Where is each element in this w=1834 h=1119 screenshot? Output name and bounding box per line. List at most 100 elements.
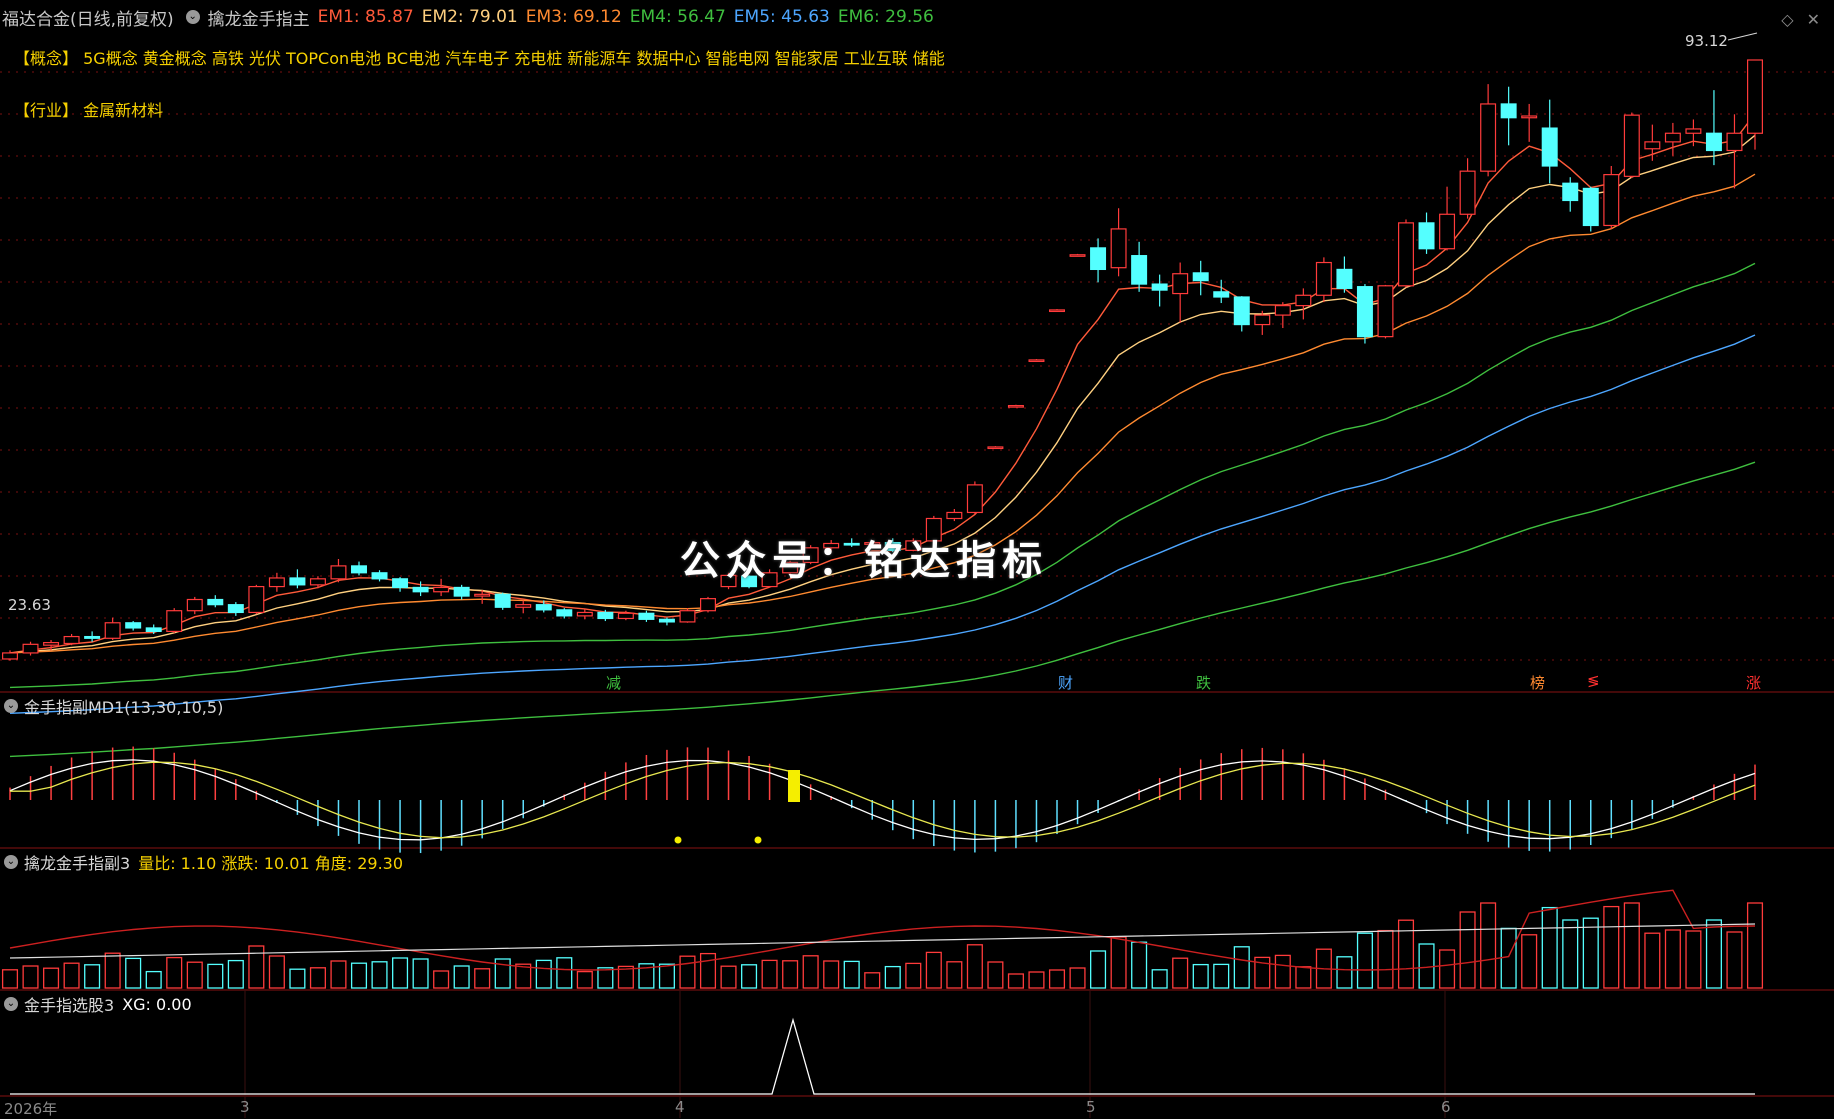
volume-bar [658,963,675,989]
candle-body [638,612,655,620]
candle-body [1480,103,1497,172]
volume-bar [782,960,799,989]
stock-title[interactable]: 福达合金(日线,前复权) [2,5,174,30]
panel-toggle-icon[interactable]: ⌄ [4,855,18,869]
volume-bar [186,961,203,989]
candle-body [1603,174,1620,227]
volume-bar [1151,969,1168,989]
candle-body [1439,213,1456,250]
md1-signal-dot [754,836,762,844]
candle-body [1336,268,1353,289]
volume-bar [597,967,614,989]
sub3-values: 量比: 1.10 涨跌: 10.01 角度: 29.30 [138,854,404,873]
sub3-panel-label: ⌄ 擒龙金手指副3 量比: 1.10 涨跌: 10.01 角度: 29.30 [0,850,403,874]
candle-body [474,593,491,597]
candle-body [1295,294,1312,307]
sub3-label[interactable]: 擒龙金手指副3 [24,850,130,874]
candle-body [1315,261,1332,296]
volume-bar [125,957,142,989]
close-icon[interactable]: ✕ [1807,10,1820,29]
candle-body [966,484,983,514]
volume-bar [248,945,265,989]
volume-bar [63,962,80,989]
candle-body [145,627,162,632]
candle-body [1131,255,1148,285]
volume-bar [84,964,101,989]
volume-bar [1582,917,1599,989]
candle-body [63,635,80,645]
candle-body [1172,273,1189,295]
volume-bar [453,965,470,989]
max-price-arrow [1727,32,1758,41]
panel-toggle-icon[interactable]: ⌄ [4,997,18,1011]
candle-body [1644,141,1661,150]
diamond-icon[interactable]: ◇ [1781,10,1793,29]
date-label: 6 [1441,1098,1451,1116]
volume-ratio-line [9,889,1756,971]
volume-bar [1418,943,1435,989]
volume-bar [1623,902,1640,989]
candle-body [186,598,203,612]
volume-bar [741,964,758,989]
volume-bar [1685,930,1702,989]
candle-body [617,612,634,620]
volume-bar [1192,963,1209,989]
volume-bar [1664,929,1681,989]
volume-bar [946,961,963,989]
candle-body [330,565,347,580]
volume-bar [1233,946,1250,989]
volume-bar [1069,967,1086,989]
event-marker: 涨 [1746,674,1762,692]
volume-bar [1726,931,1743,989]
candle-body [1664,132,1681,143]
sel3-label[interactable]: 金手指选股3 [24,992,114,1016]
md1-label[interactable]: 金手指副MD1(13,30,10,5) [24,694,223,718]
candle-body [576,611,593,617]
panel-toggle-icon[interactable]: ⌄ [4,699,18,713]
candle-body [1747,59,1763,134]
xg-signal-line [10,1017,1755,1095]
volume-bar [864,972,881,989]
volume-bar [412,958,429,989]
ema3-value: EM3: 69.12 [525,7,622,27]
candle-body [1007,404,1024,408]
industry-label: 【行业】 [14,101,79,120]
candle-body [412,586,429,593]
volume-bar [925,951,942,989]
candle-body [987,446,1004,450]
candle-body [371,572,388,580]
candle-body [1192,272,1209,282]
volume-bar [1090,950,1107,989]
md1-panel-label: ⌄ 金手指副MD1(13,30,10,5) [0,694,223,718]
indicator-toggle-icon[interactable]: ⌄ [185,10,200,24]
candle-body [207,598,224,606]
indicator-name[interactable]: 擒龙金手指主 [208,5,310,30]
volume-bar [1,969,19,989]
sel3-values: XG: 0.00 [122,994,192,1014]
volume-bar [1746,902,1764,989]
candle-body [289,577,306,586]
volume-bar [268,955,285,989]
volume-bar [289,968,306,989]
volume-bar [1500,927,1517,989]
event-marker: 榜 [1530,674,1546,692]
candle-body [535,604,552,611]
candle-body [351,565,367,574]
volume-bar [350,962,368,989]
volume-bar [1131,941,1148,989]
candle-body [1521,115,1538,119]
volume-bar [1562,919,1579,989]
min-price-label: 23.63 [8,596,51,614]
candle-body [1069,254,1086,257]
volume-bar [1295,966,1312,989]
volume-bar [679,955,696,989]
chart-header: 福达合金(日线,前复权) ⌄ 擒龙金手指主 EM1: 85.87 EM2: 79… [0,0,1834,34]
event-marker: 财 [1058,674,1074,692]
ema-line-5 [9,334,1756,714]
volume-bar [1705,919,1722,989]
volume-bar [720,965,737,989]
date-label: 5 [1086,1098,1096,1116]
candle-body [679,610,696,623]
candle-body [1274,305,1291,316]
volume-bar [843,960,860,989]
